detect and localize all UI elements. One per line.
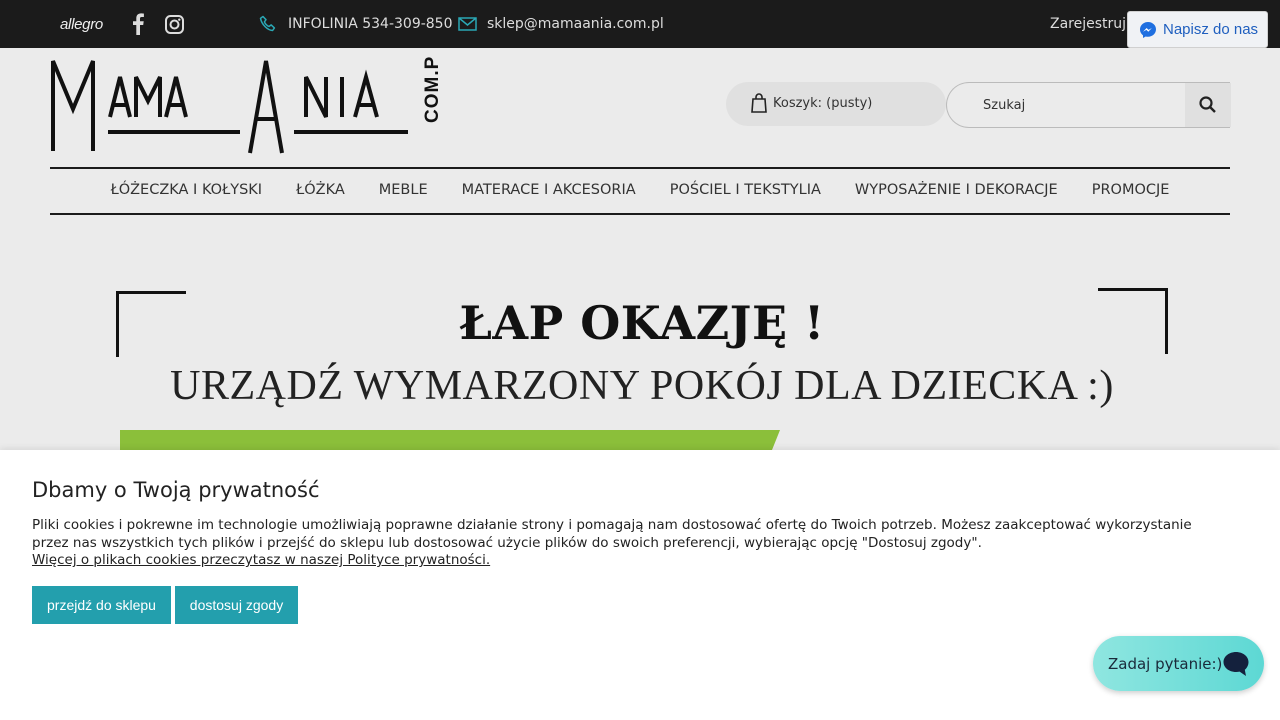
shopping-bag-icon <box>751 93 767 113</box>
nav-item-beds[interactable]: ŁÓŻKA <box>279 182 362 198</box>
nav-item-furniture[interactable]: MEBLE <box>362 182 445 198</box>
email-link[interactable]: sklep@mamaania.com.pl <box>487 16 664 32</box>
mail-icon <box>458 17 477 31</box>
messenger-icon <box>1140 22 1156 38</box>
allegro-link[interactable]: allegro <box>60 16 103 33</box>
phone-icon <box>259 15 276 32</box>
nav-item-cribs[interactable]: ŁÓŻECZKA I KOŁYSKI <box>94 182 280 198</box>
nav-item-decor[interactable]: WYPOSAŻENIE I DEKORACJE <box>838 182 1075 198</box>
cookie-consent-panel: Dbamy o Twoją prywatność Pliki cookies i… <box>0 450 1280 720</box>
messenger-label: Napisz do nas <box>1163 21 1259 38</box>
chat-widget-button[interactable]: Zadaj pytanie:) <box>1093 636 1264 691</box>
messenger-button[interactable]: Napisz do nas <box>1127 11 1268 48</box>
cart-button[interactable]: Koszyk: (pusty) <box>726 82 946 126</box>
nav-item-bedding[interactable]: POŚCIEL I TEKSTYLIA <box>653 182 838 198</box>
accept-cookies-button[interactable]: przejdź do sklepu <box>32 586 171 624</box>
site-logo[interactable]: COM.PL <box>50 57 450 157</box>
cookie-title: Dbamy o Twoją prywatność <box>32 478 320 502</box>
chat-label: Zadaj pytanie:) <box>1108 655 1223 673</box>
phone-number[interactable]: INFOLINIA 534-309-850 <box>288 16 453 32</box>
cookie-text: Pliki cookies i pokrewne im technologie … <box>32 517 1192 551</box>
hero-title: ŁAP OKAZJĘ ! <box>459 296 825 350</box>
chat-bubble-icon <box>1223 652 1249 676</box>
search-icon <box>1199 96 1216 113</box>
search-button[interactable] <box>1185 83 1231 127</box>
top-bar: allegro INFOLINIA 534-309-850 sklep@mama… <box>0 0 1280 48</box>
hero-subtitle: URZĄDŹ WYMARZONY POKÓJ DLA DZIECKA :) <box>170 363 1114 409</box>
logo-suffix: COM.PL <box>422 57 443 123</box>
main-navigation: ŁÓŻECZKA I KOŁYSKI ŁÓŻKA MEBLE MATERACE … <box>50 167 1230 215</box>
instagram-icon[interactable] <box>165 15 184 34</box>
privacy-policy-link[interactable]: Więcej o plikach cookies przeczytasz w n… <box>32 552 490 568</box>
cart-label: Koszyk: (pusty) <box>773 96 873 111</box>
nav-item-promotions[interactable]: PROMOCJE <box>1075 182 1187 198</box>
search-box <box>946 82 1231 128</box>
facebook-icon[interactable] <box>131 13 145 35</box>
nav-item-mattresses[interactable]: MATERACE I AKCESORIA <box>445 182 653 198</box>
search-input[interactable] <box>967 93 1167 117</box>
customize-cookies-button[interactable]: dostosuj zgody <box>175 586 298 624</box>
